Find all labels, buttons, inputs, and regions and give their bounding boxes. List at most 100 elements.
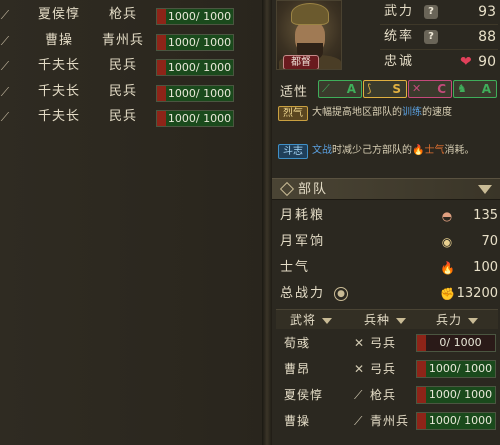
troop-strength-value: 1000/ 1000 [167,36,232,49]
troop-strength-value: 1000/ 1000 [167,61,232,74]
troop-general-name: 夏侯惇 [37,7,80,22]
roster-row[interactable]: 夏侯惇 ⟋ 枪兵 1000/ 1000 [276,383,498,407]
troop-general-name: 曹操 [44,33,73,48]
troop-row[interactable]: ⟋ 夏侯惇 枪兵 1000/ 1000 [0,4,262,28]
troop-strength-bar: 1000/ 1000 [156,85,234,102]
roster-general-name: 荀彧 [284,336,311,350]
troop-type: 枪兵 [108,7,137,22]
troop-row[interactable]: ⟋ 千夫长 民兵 1000/ 1000 [0,55,262,79]
skill-description: 大幅提高地区部队的训练的速度 [312,107,452,118]
aptitude-chip[interactable]: ♞ A [453,80,497,98]
roster-strength-value: 0/ 1000 [439,336,482,349]
chevron-down-icon[interactable] [478,185,492,194]
sword-icon: ⟋ [0,110,10,124]
troop-strength-bar: 1000/ 1000 [156,34,234,51]
troop-strength-bar: 1000/ 1000 [156,8,234,25]
roster-row[interactable]: 荀彧 ✕ 弓兵 0/ 1000 [276,331,498,355]
aptitude-chip[interactable]: ✕ C [408,80,452,98]
army-stat-value: 135 [473,208,498,223]
coin-icon: ◉ [441,235,453,249]
roster-strength-value: 1000/ 1000 [428,362,493,375]
troop-strength-bar: 1000/ 1000 [156,110,234,127]
army-section-header[interactable]: 部队 [272,178,500,200]
spear-icon: ⟋ [322,82,330,95]
horse-icon: ♞ [457,82,467,95]
bow-icon: ✕ [354,336,365,350]
aptitude-chip[interactable]: ⟆ S [363,80,407,98]
skill-tag[interactable]: 烈气 [278,106,308,121]
army-stat-label: 士气 [280,260,311,275]
help-icon[interactable]: ? [424,30,438,44]
crossed-swords-icon: ✕ [412,82,422,95]
eye-icon[interactable]: ● [334,287,348,301]
troop-strength-bar: 1000/ 1000 [156,59,234,76]
sword-icon: ⟋ [0,85,10,99]
aptitude-label: 适性 [280,85,309,100]
troop-type: 民兵 [108,58,137,73]
stat-value: 90 [478,54,496,70]
aptitude-grade: A [481,82,491,96]
troop-row[interactable]: ⟋ 曹操 青州兵 1000/ 1000 [0,30,262,54]
stat-label: 忠诚 [384,54,415,69]
skill-description: 文战时减少己方部队的🔥士气消耗。 [312,145,475,156]
bow-icon: ⟆ [367,82,372,95]
troop-type: 青州兵 [101,33,144,48]
roster-strength-value: 1000/ 1000 [428,388,493,401]
roster-general-name: 曹操 [284,414,311,428]
pane-divider[interactable] [262,0,272,445]
bow-icon: ✕ [354,362,365,376]
army-stat-value: 70 [481,234,498,249]
stat-row: 忠诚 ❤ 90 [380,52,498,72]
skill-row: 斗志 文战时减少己方部队的🔥士气消耗。 [278,144,498,174]
roster-row[interactable]: 曹昂 ✕ 弓兵 1000/ 1000 [276,357,498,381]
aptitude-grade: S [392,82,401,96]
skill-tag[interactable]: 斗志 [278,144,308,159]
troop-row[interactable]: ⟋ 千夫长 民兵 1000/ 1000 [0,81,262,105]
flame-icon: 🔥 [412,145,425,156]
stat-value: 93 [478,4,496,20]
aptitude-grade: C [437,82,446,96]
roster-troop-type: 弓兵 [370,336,397,350]
stat-row: 武力? 93 [380,2,498,22]
sort-by-general[interactable]: 武将 [290,310,333,330]
troop-general-name: 千夫长 [37,84,80,99]
sort-down-icon [468,317,479,324]
roster-troop-type: 枪兵 [370,388,397,402]
stat-row: 统率? 88 [380,27,498,47]
fist-icon: ✊ [440,287,455,301]
heart-icon: ❤ [460,54,472,70]
army-stat-value: 100 [473,260,498,275]
troop-strength-value: 1000/ 1000 [167,10,232,23]
army-stat-label: 月耗粮 [280,208,326,223]
army-stat-value: 13200 [456,286,498,301]
sort-by-strength[interactable]: 兵力 [436,310,479,330]
roster-row[interactable]: 曹操 ⟋ 青州兵 1000/ 1000 [276,409,498,433]
general-portrait[interactable]: 都督 [276,0,342,70]
roster-general-name: 夏侯惇 [284,388,324,402]
flame-icon: 🔥 [440,261,455,275]
sort-by-type[interactable]: 兵种 [364,310,407,330]
rice-bowl-icon: ◓ [441,209,453,223]
section-title: 部队 [298,182,329,197]
troop-type: 民兵 [108,84,137,99]
roster-header: 武将 兵种 兵力 [276,309,498,329]
sort-down-icon [396,317,407,324]
army-stat-row: 月耗粮 ◓ 135 [280,205,498,227]
aptitude-chip[interactable]: ⟋ A [318,80,362,98]
roster-general-name: 曹昂 [284,362,311,376]
sort-down-icon [322,317,333,324]
spear-icon: ⟋ [354,388,363,402]
troop-general-name: 千夫长 [37,58,80,73]
troop-strength-value: 1000/ 1000 [167,87,232,100]
roster-troop-type: 弓兵 [370,362,397,376]
stat-label: 武力 [384,4,415,19]
army-stat-label: 总战力 [280,286,326,301]
stat-value: 88 [478,29,496,45]
skill-row: 烈气 大幅提高地区部队的训练的速度 [278,106,498,138]
roster-strength-bar: 1000/ 1000 [416,412,496,430]
sword-icon: ⟋ [0,59,10,73]
spear-icon: ⟋ [0,8,10,22]
help-icon[interactable]: ? [424,5,438,19]
roster-troop-type: 青州兵 [370,414,410,428]
troop-row[interactable]: ⟋ 千夫长 民兵 1000/ 1000 [0,106,262,130]
